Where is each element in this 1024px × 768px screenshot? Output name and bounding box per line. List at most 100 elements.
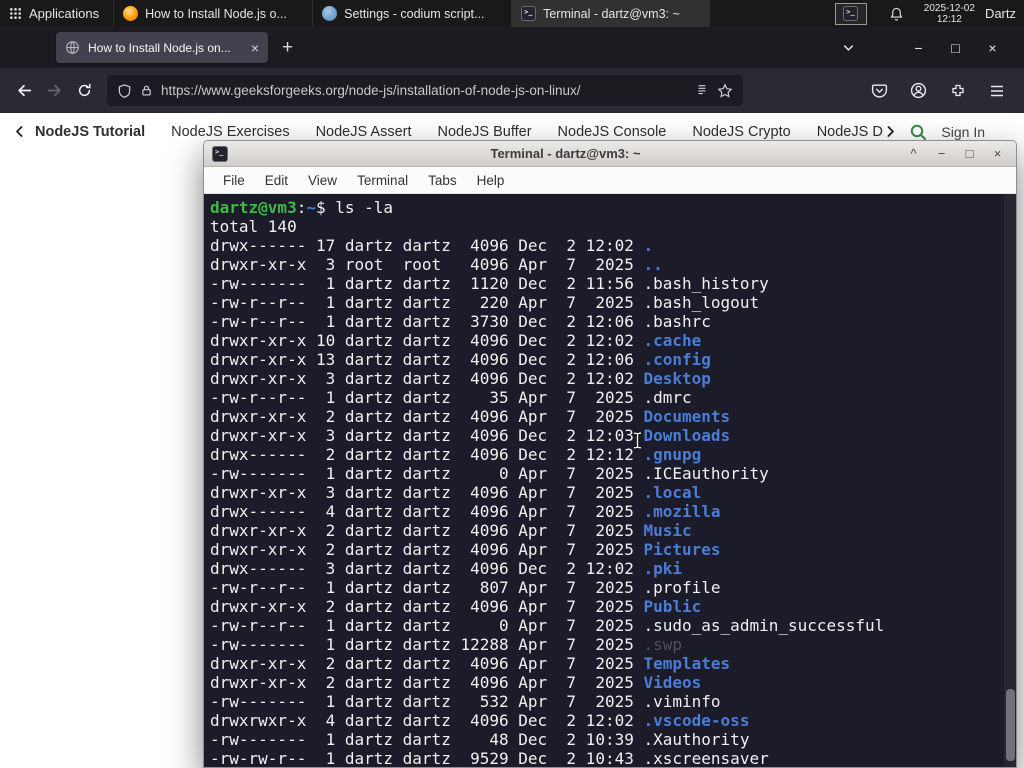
file-attrs: drwxr-xr-x 2 dartz dartz 4096 Apr 7 2025 [210,540,644,559]
file-attrs: -rw------- 1 dartz dartz 48 Dec 2 10:39 [210,730,644,749]
menu-view[interactable]: View [298,173,347,188]
menu-tabs[interactable]: Tabs [418,173,467,188]
nav-chevron-left-icon[interactable] [13,124,26,139]
reload-button[interactable] [69,76,99,106]
terminal-line: drwxr-xr-x 2 dartz dartz 4096 Apr 7 2025… [210,521,1002,540]
file-attrs: -rw-r--r-- 1 dartz dartz 220 Apr 7 2025 [210,293,644,312]
new-tab-button[interactable]: + [282,38,293,57]
pocket-icon [871,84,888,98]
window-controls: − □ × [841,40,1024,56]
terminal-line: -rw------- 1 dartz dartz 0 Apr 7 2025 .I… [210,464,1002,483]
terminal-line: drwxr-xr-x 2 dartz dartz 4096 Apr 7 2025… [210,407,1002,426]
file-attrs: -rw------- 1 dartz dartz 1120 Dec 2 11:5… [210,274,644,293]
extensions-button[interactable] [941,76,974,106]
taskbar-window-title: Settings - codium script... [344,6,485,21]
file-name: .dmrc [643,388,692,407]
browser-close-button[interactable]: × [974,40,1011,56]
menu-edit[interactable]: Edit [255,173,298,188]
user-menu[interactable]: Dartz [985,6,1016,21]
menu-file[interactable]: File [213,173,255,188]
site-nav-item[interactable]: NodeJS Assert [316,124,412,140]
terminal-line: drwxr-xr-x 10 dartz dartz 4096 Dec 2 12:… [210,331,1002,350]
terminal-title: Terminal - dartz@vm3: ~ [490,146,641,161]
terminal-line: drwxr-xr-x 3 dartz dartz 4096 Apr 7 2025… [210,483,1002,502]
file-name: .bash_logout [643,293,760,312]
terminal-line: drwxrwxr-x 4 dartz dartz 4096 Dec 2 12:0… [210,711,1002,730]
tab-close-icon[interactable]: × [251,41,259,55]
reader-mode-icon[interactable] [695,83,709,98]
file-name: Music [643,521,692,540]
terminal-minimize-button[interactable]: − [931,146,952,161]
terminal-line: -rw------- 1 dartz dartz 12288 Apr 7 202… [210,635,1002,654]
terminal-line: drwxr-xr-x 2 dartz dartz 4096 Apr 7 2025… [210,654,1002,673]
file-name: .mozilla [643,502,721,521]
terminal-shade-button[interactable]: ^ [903,146,924,161]
site-nav-item[interactable]: NodeJS DNS [817,124,885,140]
browser-toolbar: https://www.geeksforgeeks.org/node-js/in… [0,68,1024,113]
site-nav-item[interactable]: NodeJS Exercises [171,124,289,140]
file-name: Public [643,597,702,616]
browser-minimize-button[interactable]: − [900,40,937,56]
terminal-line: drwxr-xr-x 13 dartz dartz 4096 Dec 2 12:… [210,350,1002,369]
file-name: .bashrc [643,312,711,331]
account-person-icon [910,82,927,99]
menu-help[interactable]: Help [467,173,515,188]
terminal-icon [843,6,859,21]
menu-button[interactable] [980,76,1013,106]
terminal-screen[interactable]: dartz@vm3:~$ ls -la total 140 drwx------… [204,194,1016,767]
terminal-titlebar[interactable]: Terminal - dartz@vm3: ~ ^ − □ × [204,141,1016,167]
menu-terminal[interactable]: Terminal [347,173,418,188]
url-text[interactable]: https://www.geeksforgeeks.org/node-js/in… [161,83,687,98]
site-nav-items: NodeJS Tutorial NodeJS Exercises NodeJS As… [35,124,884,140]
terminal-scrollbar-thumb[interactable] [1006,689,1015,761]
applications-grid-icon [10,8,21,19]
url-bar[interactable]: https://www.geeksforgeeks.org/node-js/in… [107,75,743,106]
taskbar-window-firefox[interactable]: How to Install Node.js o... [113,0,312,27]
taskbar-window-settings[interactable]: Settings - codium script... [312,0,511,27]
site-nav-item[interactable]: NodeJS Console [558,124,667,140]
terminal-scrollbar[interactable] [1004,194,1016,767]
file-name: .pki [643,559,683,578]
nav-chevron-right-icon[interactable] [884,124,897,139]
file-attrs: drwxr-xr-x 3 dartz dartz 4096 Dec 2 12:0… [210,369,644,388]
file-name: .viminfo [643,692,721,711]
terminal-line: -rw-rw-r-- 1 dartz dartz 9529 Dec 2 10:4… [210,749,1002,767]
lock-icon[interactable] [140,83,153,98]
terminal-line: drwxr-xr-x 3 root root 4096 Apr 7 2025 .… [210,255,1002,274]
list-tabs-chevron-down-icon[interactable] [841,40,856,55]
terminal-line: drwxr-xr-x 2 dartz dartz 4096 Apr 7 2025… [210,597,1002,616]
pocket-save-button[interactable] [863,76,896,106]
terminal-maximize-button[interactable]: □ [959,146,980,161]
file-attrs: drwxrwxr-x 4 dartz dartz 4096 Dec 2 12:0… [210,711,644,730]
extensions-puzzle-icon [951,84,964,96]
file-attrs: drwxr-xr-x 3 dartz dartz 4096 Dec 2 12:0… [210,426,644,445]
bookmark-star-icon[interactable] [717,82,733,99]
sign-in-button[interactable]: Sign In [941,124,985,140]
browser-tab[interactable]: How to Install Node.js on... × [56,32,268,63]
taskbar-window-title: Terminal - dartz@vm3: ~ [543,6,680,21]
terminal-window: Terminal - dartz@vm3: ~ ^ − □ × FileEdit… [203,140,1017,768]
notifications-bell-icon[interactable] [889,6,904,22]
file-attrs: -rw-r--r-- 1 dartz dartz 3730 Dec 2 12:0… [210,312,644,331]
tracking-protection-shield-icon[interactable] [117,83,132,99]
back-button[interactable] [9,76,39,106]
taskbar-window-terminal[interactable]: Terminal - dartz@vm3: ~ [511,0,711,27]
tray-terminal-button[interactable] [834,2,867,25]
applications-menu-button[interactable]: Applications [0,0,113,27]
site-nav-item[interactable]: NodeJS Crypto [692,124,790,140]
browser-maximize-button[interactable]: □ [937,40,974,56]
file-name: .swp [643,635,683,654]
desktop-panel: Applications How to Install Node.js o...… [0,0,1024,27]
terminal-prompt-line: dartz@vm3:~$ ls -la [210,198,1002,217]
file-attrs: drwx------ 4 dartz dartz 4096 Apr 7 2025 [210,502,644,521]
file-attrs: -rw-rw-r-- 1 dartz dartz 9529 Dec 2 10:4… [210,749,644,767]
terminal-line: -rw------- 1 dartz dartz 1120 Dec 2 11:5… [210,274,1002,293]
search-icon[interactable] [909,123,927,141]
site-nav-item[interactable]: NodeJS Buffer [438,124,532,140]
refresh-icon [78,83,90,97]
forward-button[interactable] [39,76,69,106]
account-button[interactable] [902,76,935,106]
site-nav-item[interactable]: NodeJS Tutorial [35,124,145,140]
terminal-close-button[interactable]: × [987,146,1008,161]
clock[interactable]: 2025-12-02 12:12 [924,3,975,25]
